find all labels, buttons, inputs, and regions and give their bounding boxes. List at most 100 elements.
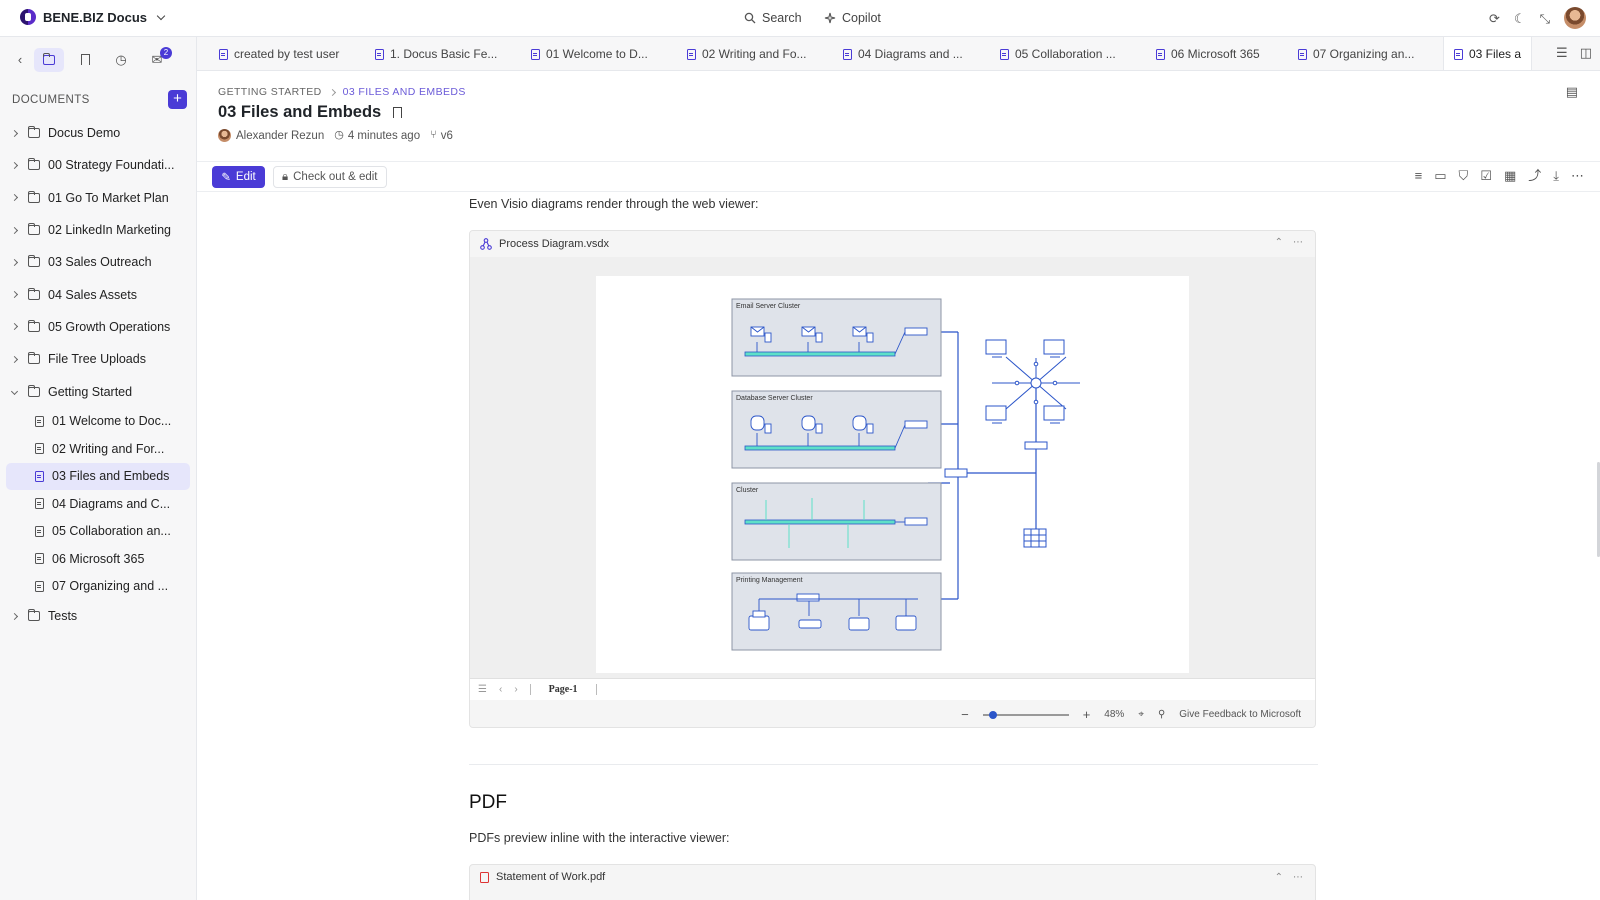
tree-doc-diagrams[interactable]: 04 Diagrams and C... (6, 490, 190, 518)
more-icon[interactable]: ⋯ (1293, 237, 1303, 248)
share-icon[interactable]: ⤴ (1528, 169, 1541, 182)
tree-folder-sales-assets[interactable]: 04 Sales Assets (6, 278, 190, 310)
tree-folder-file-tree[interactable]: File Tree Uploads (6, 343, 190, 375)
chevron-right-icon (10, 355, 19, 363)
checklist-icon[interactable]: ☑ (1480, 169, 1492, 182)
collapse-icon[interactable]: ⌃ (1275, 237, 1283, 248)
tree-folder-getting-started[interactable]: Getting Started (6, 375, 190, 407)
collapse-icon[interactable]: ⌃ (1275, 872, 1283, 883)
bookmark-icon[interactable] (393, 107, 403, 118)
shield-icon[interactable]: ⛉ (1459, 169, 1469, 182)
switch-icon (796, 593, 820, 602)
bookmarks-icon[interactable] (70, 48, 100, 72)
collapse-icon[interactable]: ⤡ (1540, 12, 1550, 25)
tree-doc-welcome[interactable]: 01 Welcome to Doc... (6, 408, 190, 436)
tab-created-by-test-user[interactable]: created by test user (219, 37, 340, 70)
sidebar: ‹ ◷ ✉ 2 DOCUMENTS + Docus Demo 00 Strate… (0, 37, 197, 900)
tab-collaboration[interactable]: 05 Collaboration ... (1000, 37, 1116, 70)
breadcrumb-current[interactable]: 03 FILES AND EMBEDS (343, 86, 466, 98)
chevron-right-icon (10, 194, 19, 202)
history-icon[interactable]: ◷ (106, 48, 136, 72)
version[interactable]: ⑂ v6 (430, 130, 453, 142)
tab-label: created by test user (234, 47, 340, 61)
tree-folder-go-to-market[interactable]: 01 Go To Market Plan (6, 182, 190, 214)
workspace-switcher[interactable]: BENE.BIZ Docus (20, 9, 166, 25)
sync-icon[interactable]: ⟳ (1489, 12, 1500, 25)
inbox-icon[interactable]: ✉ 2 (142, 46, 172, 72)
split-view-icon[interactable]: ◫ (1580, 46, 1592, 59)
workstation-icon (985, 339, 1007, 355)
more-icon[interactable]: ⋯ (1571, 169, 1584, 182)
tree-folder-linkedin[interactable]: 02 LinkedIn Marketing (6, 214, 190, 246)
folder-view-icon[interactable] (34, 47, 64, 72)
documents-heading: DOCUMENTS (12, 94, 90, 106)
fit-page-icon[interactable]: ⌖ (1138, 709, 1144, 720)
comment-icon[interactable]: ▭ (1434, 169, 1446, 182)
tree-item-label: 01 Welcome to Doc... (52, 414, 172, 429)
zoom-in-icon[interactable]: + (1083, 707, 1091, 722)
tab-microsoft[interactable]: 06 Microsoft 365 (1156, 37, 1260, 70)
tree-doc-files-embeds[interactable]: 03 Files and Embeds (6, 462, 190, 491)
tree-item-label: 07 Organizing and ... (52, 579, 169, 594)
group-label-cluster: Cluster (736, 487, 759, 494)
network-bus (744, 351, 896, 357)
copilot-button[interactable]: Copilot (824, 11, 881, 25)
page-tab[interactable]: Page-1 (529, 684, 597, 695)
visio-intro-text: Even Visio diagrams render through the w… (469, 197, 759, 211)
document-icon (531, 48, 540, 60)
previous-page-icon[interactable]: ‹ (499, 684, 502, 695)
document-icon (1000, 48, 1009, 60)
tree-doc-microsoft[interactable]: 06 Microsoft 365 (6, 545, 190, 573)
tab-welcome[interactable]: 01 Welcome to D... (531, 37, 648, 70)
tree-folder-sales-outreach[interactable]: 03 Sales Outreach (6, 246, 190, 278)
workspace-name: BENE.BIZ Docus (43, 9, 148, 25)
check-out-button[interactable]: 🔒︎ Check out & edit (273, 166, 387, 188)
download-icon[interactable]: ⤓ (1553, 169, 1559, 182)
chevron-down-icon (156, 11, 166, 20)
chevron-down-icon (10, 387, 19, 396)
tree-folder-growth-ops[interactable]: 05 Growth Operations (6, 311, 190, 343)
toolbar-actions: ≡ ▭ ⛉ ☑ ▦ ⤴ ⤓ ⋯ (1415, 169, 1584, 182)
tree-item-label: File Tree Uploads (48, 352, 146, 367)
tree-folder-strategy[interactable]: 00 Strategy Foundati... (6, 149, 190, 181)
search-button[interactable]: Search (744, 11, 802, 25)
tree-folder-docus-demo[interactable]: Docus Demo (6, 117, 190, 149)
tree-doc-collaboration[interactable]: 05 Collaboration an... (6, 518, 190, 546)
next-page-icon[interactable]: › (514, 684, 517, 695)
tree-doc-writing[interactable]: 02 Writing and For... (6, 435, 190, 463)
search-icon[interactable]: ⚲ (1158, 709, 1165, 720)
zoom-slider-thumb[interactable] (988, 710, 997, 719)
zoom-slider[interactable] (982, 710, 1069, 719)
tab-organizing[interactable]: 07 Organizing an... (1298, 37, 1414, 70)
user-avatar[interactable] (1564, 7, 1586, 29)
document-tabs: created by test user 1. Docus Basic Fe..… (197, 37, 1600, 71)
tree-item-label: 05 Collaboration an... (52, 524, 171, 539)
tree-folder-tests[interactable]: Tests (6, 600, 190, 632)
pdf-viewer[interactable]: Statement of Work.pdf ⌃ ⋯ (469, 864, 1316, 900)
breadcrumb-root[interactable]: GETTING STARTED (218, 86, 322, 98)
dark-mode-icon[interactable]: ☾ (1514, 12, 1526, 25)
zoom-out-icon[interactable]: − (961, 707, 969, 722)
more-icon[interactable]: ⋯ (1293, 872, 1303, 883)
chevron-right-icon (10, 161, 19, 169)
menu-icon[interactable]: ☰ (478, 684, 487, 695)
chevron-right-icon (10, 258, 19, 266)
tree-item-label: 03 Files and Embeds (52, 469, 170, 484)
tab-writing[interactable]: 02 Writing and Fo... (687, 37, 807, 70)
feedback-link[interactable]: Give Feedback to Microsoft (1179, 709, 1301, 720)
calendar-icon[interactable]: ▦ (1504, 169, 1516, 182)
tab-files-embeds[interactable]: 03 Files a (1443, 37, 1533, 70)
back-icon[interactable]: ‹ (12, 48, 28, 72)
add-document-button[interactable]: + (168, 90, 187, 109)
edit-button[interactable]: ✎ Edit (212, 166, 265, 188)
list-icon[interactable]: ☰ (1556, 46, 1568, 59)
layout-panel-icon[interactable]: ▤ (1566, 85, 1578, 98)
outline-icon[interactable]: ≡ (1415, 169, 1423, 182)
zoom-level: 48% (1104, 709, 1125, 720)
folder-icon (28, 352, 40, 365)
tab-docus-basic[interactable]: 1. Docus Basic Fe... (375, 37, 497, 70)
tree-doc-organizing[interactable]: 07 Organizing and ... (6, 573, 190, 601)
visio-viewer[interactable]: Process Diagram.vsdx ⌃ ⋯ Email Server Cl… (469, 230, 1316, 728)
folder-icon (28, 287, 40, 300)
tab-diagrams[interactable]: 04 Diagrams and ... (843, 37, 963, 70)
